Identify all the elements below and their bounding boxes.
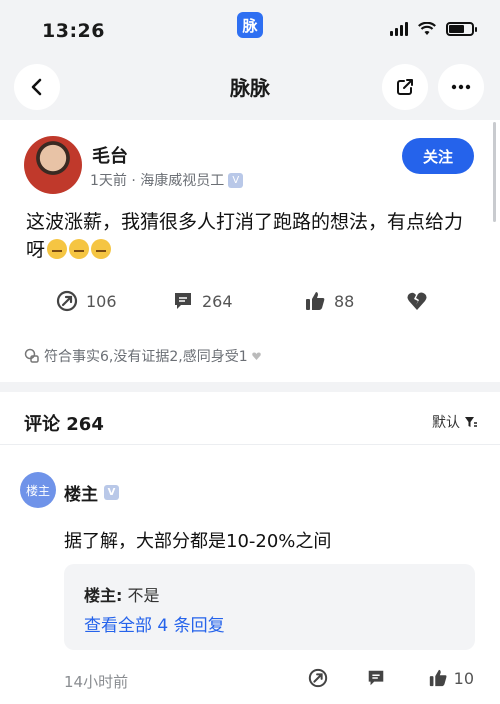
reaction-icon bbox=[24, 348, 39, 363]
heart-icon bbox=[251, 352, 261, 360]
more-button[interactable] bbox=[438, 64, 484, 110]
commenter-name-text: 楼主 bbox=[64, 485, 98, 505]
post-meta: 1天前 · 海康威视员工 V bbox=[90, 170, 244, 190]
thumbs-up-icon bbox=[306, 292, 325, 310]
scrollbar[interactable] bbox=[493, 122, 496, 222]
comment-icon bbox=[368, 670, 384, 686]
sort-label: 默认 bbox=[432, 415, 460, 431]
reply-text: 不是 bbox=[127, 586, 160, 605]
post-text: 这波涨薪，我猜很多人打消了跑路的想法，有点给力呀 bbox=[26, 208, 476, 264]
post-card: 毛台 1天前 · 海康威视员工 V 关注 这波涨薪，我猜很多人打消了跑路的想法，… bbox=[0, 120, 500, 382]
follow-button[interactable]: 关注 bbox=[402, 138, 474, 174]
commenter-name[interactable]: 楼主 V bbox=[64, 480, 119, 505]
comments-header: 评论 264 bbox=[24, 414, 104, 435]
like-count: 88 bbox=[334, 291, 355, 311]
verified-badge-icon: V bbox=[228, 172, 244, 188]
sort-button[interactable]: 默认 bbox=[432, 412, 478, 432]
like-button[interactable]: 88 bbox=[304, 290, 354, 312]
status-time: 13:26 bbox=[42, 20, 105, 42]
comment-button[interactable]: 264 bbox=[172, 290, 233, 312]
comment-repost-button[interactable] bbox=[308, 668, 328, 688]
nav-bar: 脉脉 bbox=[0, 60, 500, 116]
share-button[interactable] bbox=[382, 64, 428, 110]
status-bar: 13:26 脉 bbox=[0, 0, 500, 60]
verified-badge-icon: V bbox=[104, 485, 119, 500]
author-name[interactable]: 毛台 bbox=[92, 142, 128, 168]
author-avatar[interactable] bbox=[24, 136, 82, 194]
more-icon bbox=[451, 84, 471, 90]
post-meta-text: 1天前 · 海康威视员工 bbox=[90, 173, 225, 189]
comments-section: 评论 264 默认 楼主 楼主 V 据了解，大部分都是10-20%之间 楼主: … bbox=[0, 392, 500, 704]
comment-reply-button[interactable] bbox=[366, 668, 386, 688]
reactions-summary[interactable]: 符合事实6,没有证据2,感同身受1 bbox=[24, 346, 261, 366]
divider bbox=[0, 444, 500, 445]
repost-button[interactable]: 106 bbox=[56, 290, 117, 312]
repost-count: 106 bbox=[86, 291, 117, 311]
repost-icon bbox=[308, 668, 328, 688]
comment-time: 14小时前 bbox=[64, 673, 129, 691]
thumbs-up-icon bbox=[429, 669, 447, 687]
filter-icon bbox=[465, 417, 477, 427]
wifi-icon bbox=[418, 22, 436, 35]
commenter-avatar[interactable]: 楼主 bbox=[20, 472, 56, 508]
battery-icon bbox=[446, 22, 477, 36]
post-actions: 106 264 88 bbox=[0, 290, 500, 320]
reactions-text: 符合事实6,没有证据2,感同身受1 bbox=[44, 349, 248, 365]
emoji-icon bbox=[47, 239, 68, 259]
comment-count: 264 bbox=[202, 291, 233, 311]
view-all-replies-link[interactable]: 查看全部 4 条回复 bbox=[84, 611, 225, 636]
status-icons bbox=[390, 22, 477, 36]
share-icon bbox=[397, 79, 413, 95]
comment-text: 据了解，大部分都是10-20%之间 bbox=[64, 531, 332, 552]
dislike-button[interactable] bbox=[406, 290, 428, 312]
broken-heart-icon bbox=[407, 292, 427, 310]
comment-like-button[interactable]: 10 bbox=[428, 668, 474, 688]
signal-icon bbox=[390, 22, 408, 36]
reply-preview[interactable]: 楼主: 不是 查看全部 4 条回复 bbox=[64, 564, 475, 650]
reply-line: 楼主: 不是 bbox=[84, 582, 160, 606]
emoji-icon bbox=[91, 239, 112, 259]
repost-icon bbox=[56, 290, 78, 312]
comment-icon bbox=[175, 293, 191, 309]
comment-like-count: 10 bbox=[453, 668, 474, 688]
reply-author: 楼主: bbox=[84, 586, 123, 605]
app-logo-icon: 脉 bbox=[237, 12, 263, 38]
emoji-icon bbox=[69, 239, 90, 259]
